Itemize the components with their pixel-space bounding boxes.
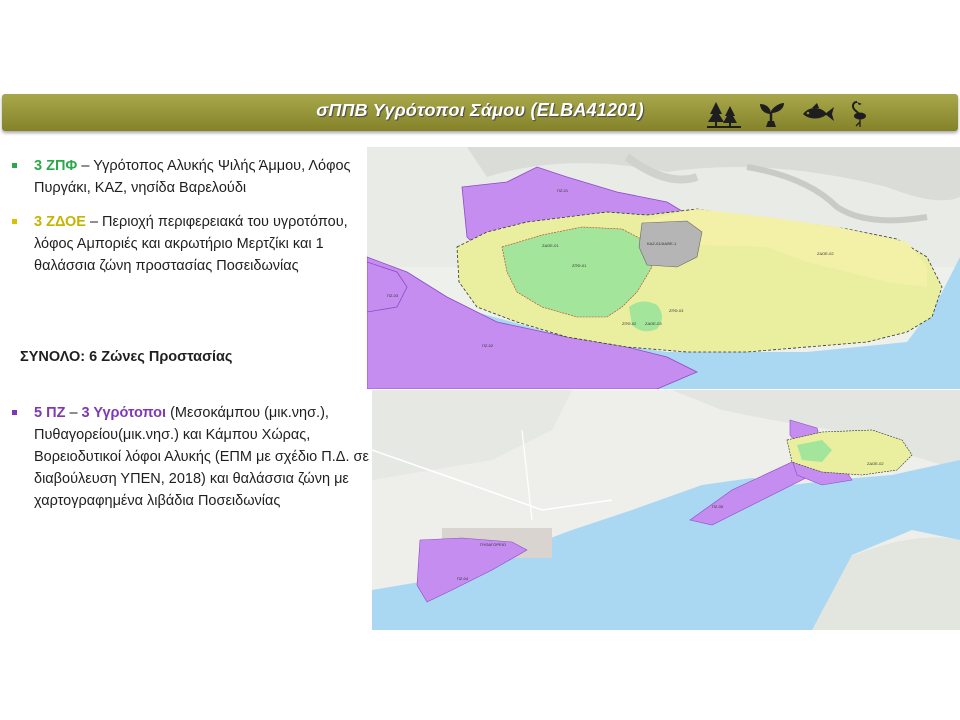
map-label-town: ΠΥΘΑΓΟΡΕΙΟ (480, 542, 506, 547)
map-label-pz: ΠΖ-04 (457, 576, 469, 581)
map-label-pz: ΠΖ-02 (482, 343, 494, 348)
total-zones: ΣΥΝΟΛΟ: 6 Ζώνες Προστασίας (20, 349, 233, 365)
fish-icon (803, 103, 834, 121)
map-label-zdoe: ΖΔΟΕ-02 (867, 461, 884, 466)
zone-list: 3 ΖΠΦ – Υγρότοπος Αλυκής Ψιλής Άμμου, Λό… (12, 155, 372, 277)
map-label-pz: ΠΖ-05 (712, 504, 724, 509)
plant-icon (760, 103, 784, 127)
map-label-pz: ΠΖ-01 (557, 188, 569, 193)
bullet-mark (12, 163, 17, 168)
map-label-zpf: ΖΠΦ-01 (572, 263, 587, 268)
bullet-mark (12, 219, 17, 224)
zpf-heading: 3 ΖΠΦ (34, 158, 78, 174)
pz-list: 5 ΠΖ – 3 Υγρότοποι (Μεσοκάμπου (μικ.νησ.… (12, 402, 372, 512)
trees-icon (707, 102, 741, 128)
flamingo-icon (852, 101, 866, 127)
map-label-zdoe: ΖΔΟΕ-02 (817, 251, 834, 256)
map-label-pz: ΠΖ-03 (387, 293, 399, 298)
map-label-zdoe: ΖΔΟΕ-03 (645, 321, 662, 326)
map-label-kaz: ΚΑΖ-01/ΑΑΘΕ-1 (647, 241, 677, 246)
bullet-mark (12, 410, 17, 415)
detail-map: ΠΖ-01 ΠΖ-02 ΠΖ-03 ΖΠΦ-01 ΖΠΦ-02 ΖΠΦ-03 Ζ… (367, 147, 960, 389)
wetlands-heading: 3 Υγρότοποι (81, 405, 167, 421)
zdoe-heading: 3 ΖΔΟΕ (34, 214, 86, 230)
list-item-pz: 5 ΠΖ – 3 Υγρότοποι (Μεσοκάμπου (μικ.νησ.… (12, 402, 372, 512)
pz-heading: 5 ΠΖ (34, 405, 66, 421)
overview-map: ΠΥΘΑΓΟΡΕΙΟ ΠΖ-04 ΠΖ-05 ΖΔΟΕ-02 (372, 390, 960, 630)
list-item-zdoe: 3 ΖΔΟΕ – Περιοχή περιφερειακά του υγροτό… (12, 211, 372, 277)
map-label-zpf: ΖΠΦ-02 (622, 321, 637, 326)
zpf-text: – Υγρότοπος Αλυκής Ψιλής Άμμου, Λόφος Πυ… (34, 158, 351, 196)
list-item-zpf: 3 ΖΠΦ – Υγρότοπος Αλυκής Ψιλής Άμμου, Λό… (12, 155, 372, 199)
pz-separator: – (65, 405, 82, 421)
map-label-zdoe: ΖΔΟΕ-01 (542, 243, 559, 248)
map-label-zpf: ΖΠΦ-03 (669, 308, 684, 313)
